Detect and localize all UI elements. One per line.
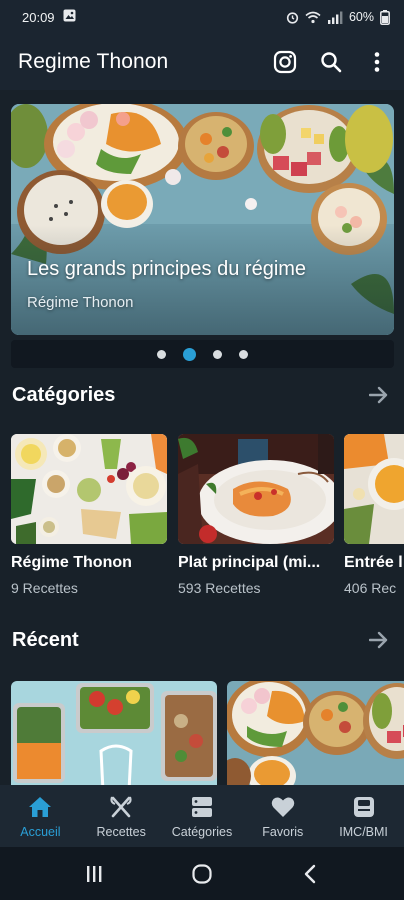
home-button-icon[interactable]: [182, 854, 222, 894]
nav-item-favoris[interactable]: Favoris: [242, 785, 323, 847]
nav-item-accueil[interactable]: Accueil: [0, 785, 81, 847]
category-carousel[interactable]: Régime Thonon 9 Recettes Plat principal …: [11, 434, 404, 604]
recent-card[interactable]: [11, 681, 217, 785]
gallery-notification-icon: [63, 9, 76, 25]
status-time: 20:09: [22, 9, 55, 25]
nav-item-imc[interactable]: IMC/BMI: [323, 785, 404, 847]
utensils-icon: [108, 794, 134, 820]
recent-carousel[interactable]: [11, 681, 404, 785]
app-bar: Regime Thonon: [0, 34, 404, 90]
pager-dot[interactable]: [213, 349, 222, 359]
category-name: Entrée l: [344, 554, 403, 571]
system-navigation: [0, 847, 404, 900]
recent-header: Récent: [12, 625, 392, 655]
heart-icon: [270, 794, 296, 820]
recent-arrow-icon[interactable]: [366, 627, 392, 653]
app-title: Regime Thonon: [18, 50, 169, 73]
recent-image: [227, 681, 404, 785]
pager-dot[interactable]: [239, 349, 248, 359]
category-count: 406 Rec: [344, 580, 397, 596]
recent-title: Récent: [12, 628, 79, 651]
pager-dot[interactable]: [157, 349, 166, 359]
category-card[interactable]: Entrée l 406 Rec: [344, 434, 404, 596]
hero-subtitle: Régime Thonon: [27, 294, 134, 311]
instagram-icon[interactable]: [272, 49, 298, 75]
category-count: 593 Recettes: [178, 580, 261, 596]
recent-card[interactable]: [227, 681, 404, 785]
recent-apps-icon[interactable]: [74, 854, 114, 894]
categories-arrow-icon[interactable]: [366, 382, 392, 408]
category-image: [178, 434, 334, 544]
category-name: Plat principal (mi...: [178, 554, 321, 571]
back-icon[interactable]: [290, 854, 330, 894]
categories-header: Catégories: [12, 380, 392, 410]
bottom-navigation: Accueil Recettes Catégories Favoris IMC/…: [0, 785, 404, 847]
nav-label: Accueil: [20, 824, 61, 839]
alarm-icon: [286, 11, 299, 24]
hero-pager: [11, 340, 394, 368]
search-icon[interactable]: [318, 49, 344, 75]
category-image: [11, 434, 167, 544]
server-icon: [189, 794, 215, 820]
nav-label: Favoris: [262, 824, 304, 839]
battery-icon: [380, 9, 390, 25]
category-card[interactable]: Plat principal (mi... 593 Recettes: [178, 434, 334, 596]
category-count: 9 Recettes: [11, 580, 78, 596]
recent-image: [11, 681, 217, 785]
category-image: [344, 434, 404, 544]
wifi-icon: [305, 11, 321, 24]
signal-icon: [327, 11, 343, 24]
nav-label: Catégories: [171, 824, 233, 839]
nav-item-categories[interactable]: Catégories: [162, 785, 243, 847]
scale-icon: [351, 794, 377, 820]
battery-text: 60%: [348, 10, 374, 24]
status-bar: 20:09 60%: [0, 0, 404, 34]
home-icon: [27, 794, 53, 820]
nav-label: IMC/BMI: [339, 824, 388, 839]
category-name: Régime Thonon: [11, 554, 132, 571]
nav-label: Recettes: [96, 824, 146, 839]
pager-dot-active[interactable]: [183, 347, 196, 361]
category-card[interactable]: Régime Thonon 9 Recettes: [11, 434, 167, 596]
nav-item-recettes[interactable]: Recettes: [81, 785, 162, 847]
hero-title: Les grands principes du régime: [27, 258, 307, 280]
more-vert-icon[interactable]: [364, 49, 390, 75]
categories-title: Catégories: [12, 383, 116, 406]
